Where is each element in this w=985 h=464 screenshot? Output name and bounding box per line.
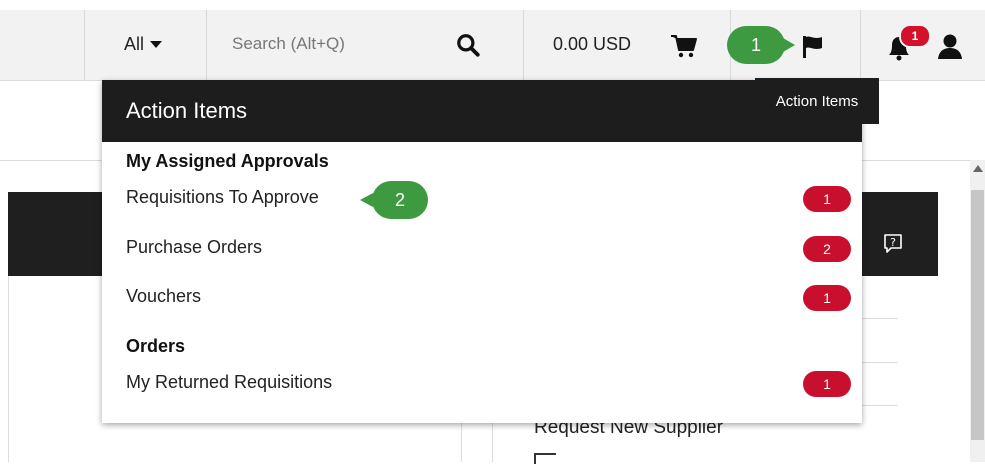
scrollbar-thumb[interactable]: [971, 190, 984, 440]
menu-item-my-returned-requisitions[interactable]: My Returned Requisitions 1: [102, 364, 862, 404]
menu-item-requisitions-to-approve[interactable]: Requisitions To Approve 1: [102, 179, 862, 219]
menu-item-label: Purchase Orders: [126, 237, 263, 257]
step-callout-1: 1: [727, 26, 795, 64]
action-items-dropdown: Action Items My Assigned Approvals Requi…: [102, 80, 862, 423]
left-panel-header: [8, 192, 108, 276]
count-badge: 1: [803, 371, 851, 397]
dropdown-title: Action Items: [102, 80, 862, 142]
action-items-tooltip: Action Items: [755, 78, 879, 124]
cart-total[interactable]: 0.00 USD: [553, 34, 631, 55]
separator: [84, 10, 85, 80]
count-badge: 1: [803, 186, 851, 212]
scroll-up-arrow[interactable]: [973, 165, 983, 172]
top-navigation-bar: All 0.00 USD 1: [0, 10, 985, 81]
list-divider: [862, 405, 898, 406]
user-icon[interactable]: [936, 32, 964, 60]
notification-badge: 1: [899, 24, 931, 48]
svg-text:?: ?: [890, 236, 896, 249]
menu-item-label: Requisitions To Approve: [126, 187, 319, 207]
help-icon[interactable]: ?: [882, 232, 904, 254]
menu-item-purchase-orders[interactable]: Purchase Orders 2: [102, 229, 862, 269]
menu-item-label: My Returned Requisitions: [126, 372, 333, 392]
search-icon[interactable]: [455, 32, 481, 58]
separator: [206, 10, 207, 80]
flag-icon[interactable]: [800, 34, 826, 60]
cart-icon[interactable]: [670, 34, 698, 58]
menu-item-label: Vouchers: [126, 286, 202, 306]
menu-item-vouchers[interactable]: Vouchers 1: [102, 278, 862, 318]
search-scope-label: All: [124, 34, 145, 54]
section-heading-orders: Orders: [126, 336, 186, 356]
count-badge: 2: [803, 236, 851, 262]
search-scope-dropdown[interactable]: All: [124, 34, 163, 55]
search-input[interactable]: [228, 28, 456, 60]
separator: [523, 10, 524, 80]
separator: [860, 10, 861, 80]
partial-icon: [534, 453, 556, 464]
section-heading-approvals: My Assigned Approvals: [126, 151, 329, 171]
count-badge: 1: [803, 285, 851, 311]
list-divider: [862, 362, 898, 363]
step-callout-2: 2: [360, 181, 428, 219]
caret-down-icon: [150, 41, 163, 48]
list-divider: [862, 318, 898, 319]
